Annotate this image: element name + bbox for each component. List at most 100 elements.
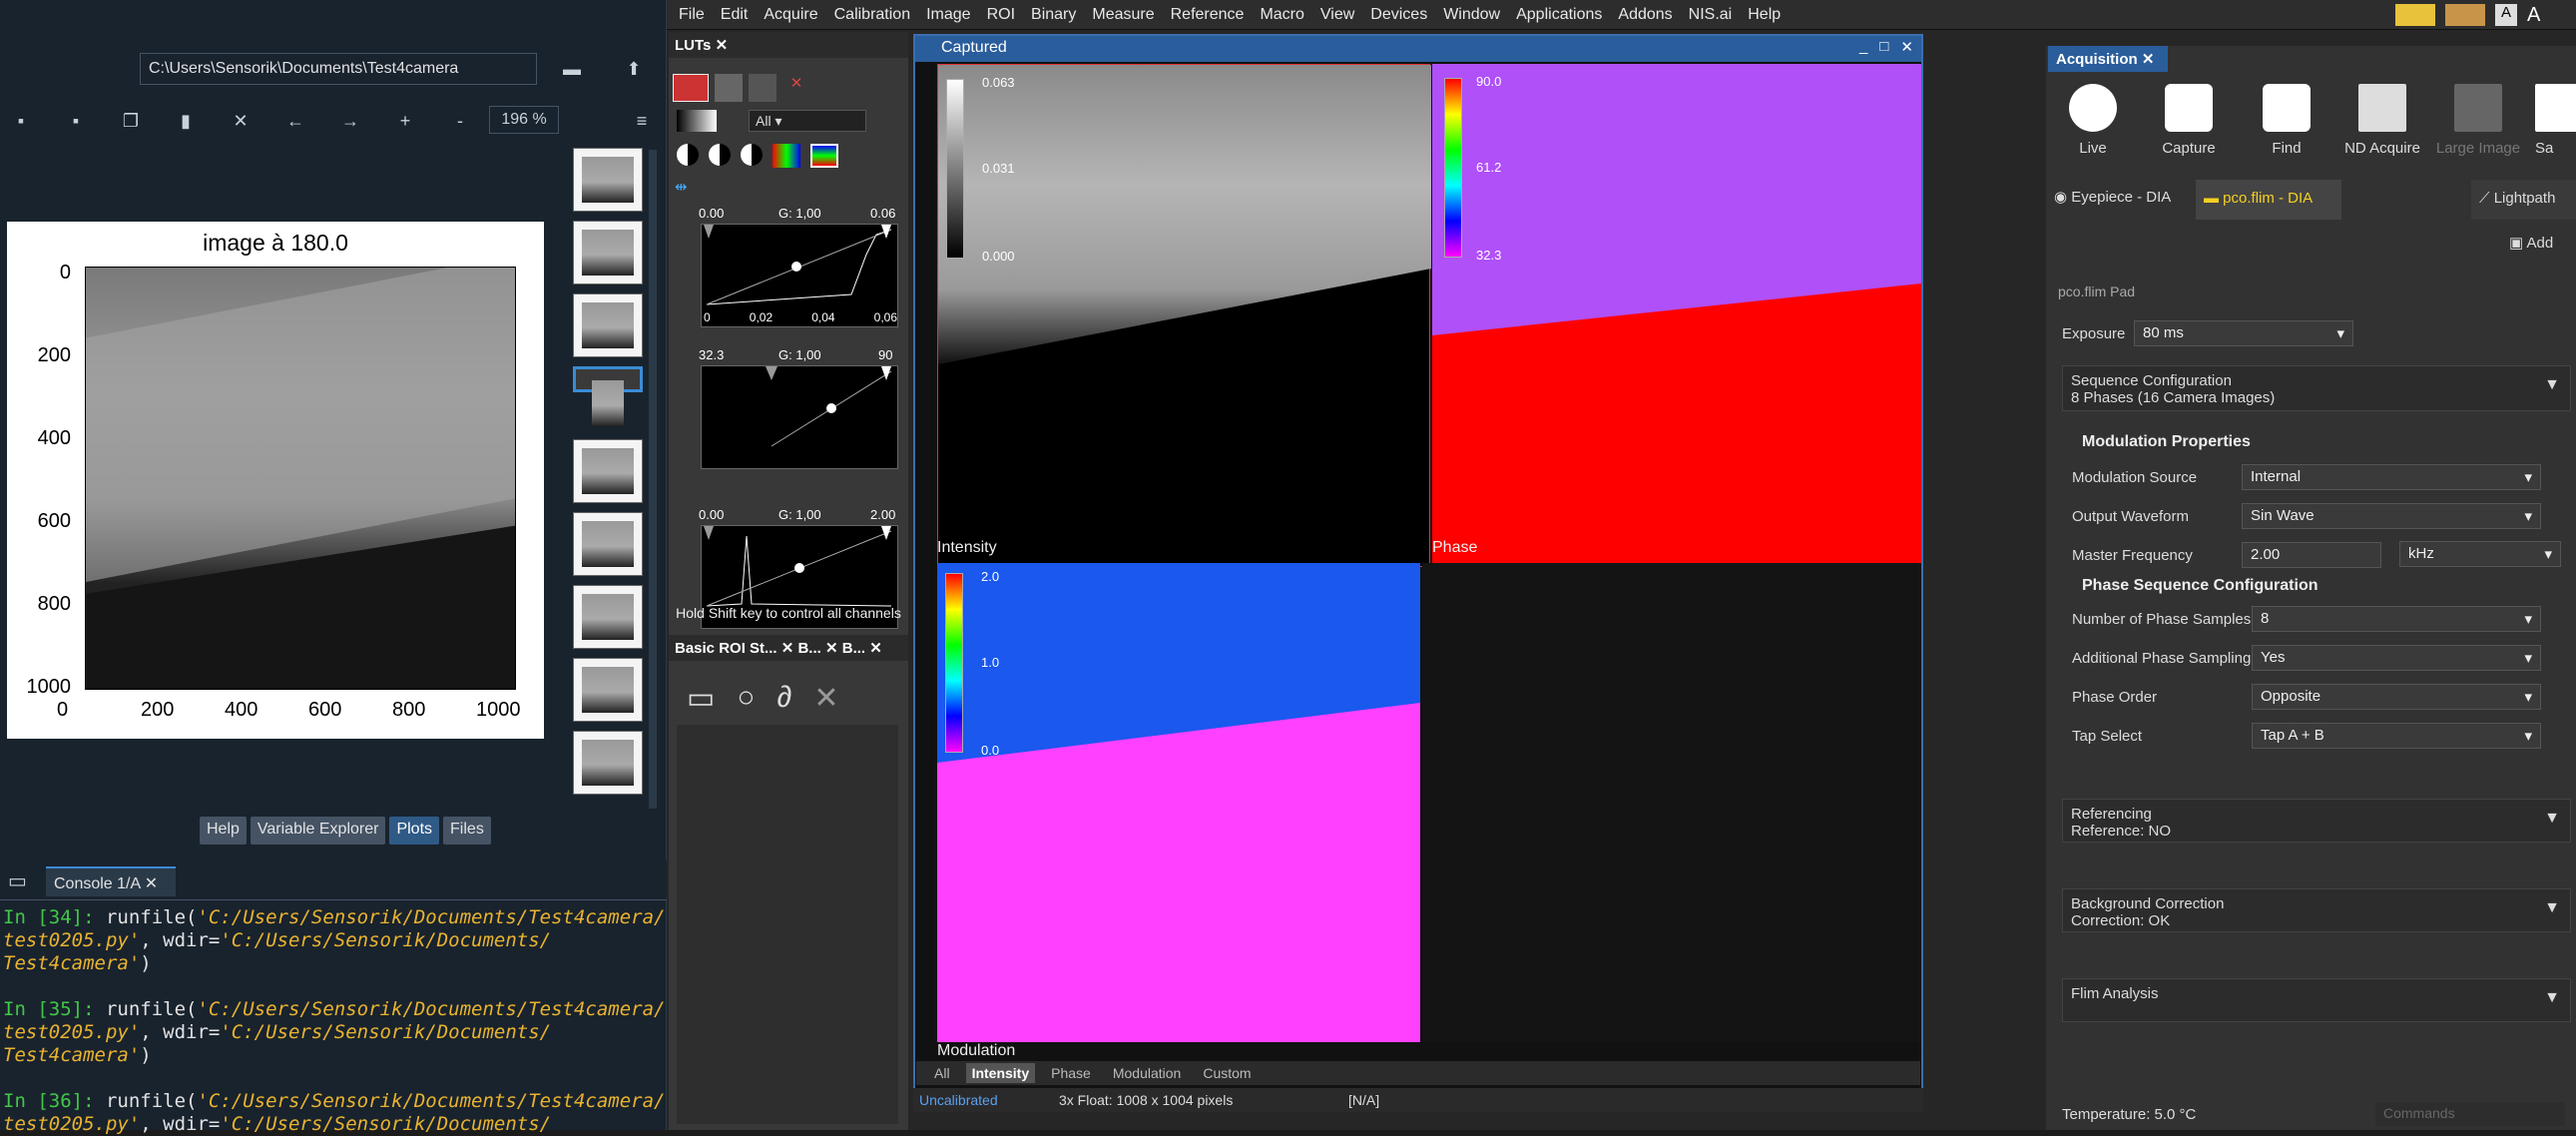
close-icon[interactable]: ✕ [781,640,794,657]
plot-thumbnail[interactable] [573,148,643,212]
plot-thumbnail[interactable] [573,585,643,649]
rectangle-icon[interactable]: ▭ [687,681,715,716]
menu-item[interactable]: NIS.ai [1689,6,1733,24]
mod-select[interactable]: Sin Wave ▾ [2242,503,2541,529]
capture-button[interactable]: Capture [2144,84,2234,157]
rainbow-icon[interactable] [810,144,838,168]
intensity-view[interactable]: 0.063 0.031 0.000 [937,64,1431,567]
lut-auto-icon[interactable] [673,74,709,102]
plot-thumbnail[interactable] [573,658,643,722]
menu-icon[interactable]: ≡ [627,106,657,136]
referencing-section[interactable]: Referencing Reference: NO ▼ [2062,799,2571,843]
mono-icon[interactable] [709,144,731,166]
zoom-out-icon[interactable]: - [445,106,475,136]
menu-item[interactable]: Reference [1171,6,1245,24]
tab-plots[interactable]: Plots [389,817,440,845]
live-button[interactable]: Live [2048,84,2138,157]
mono-icon[interactable] [741,144,763,166]
menu-item[interactable]: View [1320,6,1354,24]
save-all-icon[interactable]: ▪ [61,106,91,136]
tab-custom[interactable]: Custom [1197,1063,1257,1083]
background-section[interactable]: Background Correction Correction: OK ▼ [2062,888,2571,932]
close-icon[interactable]: ✕ [825,640,838,657]
menu-item[interactable]: Measure [1092,6,1154,24]
eyepiece-tab[interactable]: ◉ Eyepiece - DIA [2054,188,2171,206]
save-button[interactable]: Sa [2535,84,2576,157]
menu-item[interactable]: Applications [1516,6,1602,24]
menu-item[interactable]: Acquire [764,6,817,24]
frequency-unit-select[interactable]: kHz ▾ [2399,541,2561,567]
layout-icon[interactable] [2395,4,2435,26]
find-button[interactable]: Find [2242,84,2331,157]
menu-item[interactable]: ROI [987,6,1015,24]
font-small-icon[interactable]: A [2495,4,2517,26]
plot-thumbnail[interactable] [573,221,643,284]
close-icon[interactable]: ✕ [145,875,158,892]
close-icon[interactable]: ✕ [2142,51,2155,68]
reset-icon[interactable]: ✕ [782,74,810,102]
menu-item[interactable]: Devices [1370,6,1427,24]
folder-icon[interactable] [2445,4,2485,26]
tab-all[interactable]: All [928,1063,956,1083]
exposure-select[interactable]: 80 ms ▾ [2134,320,2353,346]
curve-alt-icon[interactable] [749,74,776,102]
save-icon[interactable]: ▪ [6,106,36,136]
flim-section[interactable]: Flim Analysis ▼ [2062,978,2571,1022]
zoom-in-icon[interactable]: + [390,106,420,136]
minimize-icon[interactable]: _ [1859,38,1867,56]
copy-icon[interactable]: ❐ [116,106,146,136]
phase-select[interactable]: Tap A + B ▾ [2252,723,2541,749]
path-field[interactable]: C:\Users\Sensorik\Documents\Test4camera [140,53,537,85]
plot-thumbnail[interactable] [573,512,643,576]
console-tab[interactable]: Console 1/A ✕ [46,866,176,896]
font-large-icon[interactable]: A [2527,4,2549,26]
lightpath-button[interactable]: ⟋ Lightpath [2471,180,2576,220]
tab-modulation[interactable]: Modulation [1107,1063,1188,1083]
next-icon[interactable]: → [335,106,365,136]
large-image-button[interactable]: Large Image [2433,84,2523,157]
rgb-icon[interactable] [773,144,800,168]
tab-intensity[interactable]: Intensity [965,1063,1036,1083]
thumb-scrollbar[interactable] [649,150,657,809]
console-output[interactable]: In [34]: runfile('C:/Users/Sensorik/Docu… [0,906,667,1135]
lut-gradient[interactable] [677,110,717,132]
menu-item[interactable]: Image [926,6,970,24]
roi-list[interactable] [677,725,898,1124]
modulation-view[interactable]: 2.0 1.0 0.0 [937,563,1420,1042]
phase-select[interactable]: Yes ▾ [2252,645,2541,671]
menu-item[interactable]: Binary [1031,6,1076,24]
tab-phase[interactable]: Phase [1045,1063,1097,1083]
plot-thumbnail[interactable] [573,731,643,795]
close-icon[interactable]: ✕ [869,640,882,657]
mod-select[interactable]: 2.00 [2242,542,2381,568]
mono-icon[interactable] [677,144,699,166]
menu-item[interactable]: Addons [1618,6,1672,24]
tab-help[interactable]: Help [200,817,247,845]
up-arrow-icon[interactable]: ⬆ [619,54,649,84]
channel-select[interactable]: All ▾ [749,110,866,132]
phase-select[interactable]: 8 ▾ [2252,606,2541,632]
freehand-icon[interactable]: ∂ [776,681,791,716]
menu-item[interactable]: Window [1443,6,1500,24]
circle-icon[interactable]: ○ [737,681,755,716]
tab-files[interactable]: Files [443,817,491,845]
plot-thumbnail[interactable] [573,439,643,503]
delete-icon[interactable]: ▮ [171,106,201,136]
acquisition-tab[interactable]: Acquisition ✕ [2048,46,2168,72]
calibration-status[interactable]: Uncalibrated [913,1092,1053,1108]
plot-thumbnail[interactable] [573,293,643,357]
previous-icon[interactable]: ← [280,106,310,136]
phase-select[interactable]: Opposite ▾ [2252,684,2541,710]
close-icon[interactable]: ✕ [716,37,729,54]
curve-icon[interactable] [715,74,743,102]
menu-item[interactable]: File [679,6,705,24]
menu-item[interactable]: Macro [1260,6,1303,24]
close-icon[interactable]: ✕ [1900,38,1913,56]
plot-thumbnail[interactable] [573,366,643,426]
delete-icon[interactable]: ✕ [813,681,838,716]
sequence-section[interactable]: Sequence Configuration 8 Phases (16 Camer… [2062,365,2571,411]
phase-view[interactable]: 90.0 61.2 32.3 [1432,64,1921,567]
delete-all-icon[interactable]: ✕ [226,106,256,136]
lut2-graph[interactable] [701,365,898,469]
mod-select[interactable]: Internal ▾ [2242,464,2541,490]
